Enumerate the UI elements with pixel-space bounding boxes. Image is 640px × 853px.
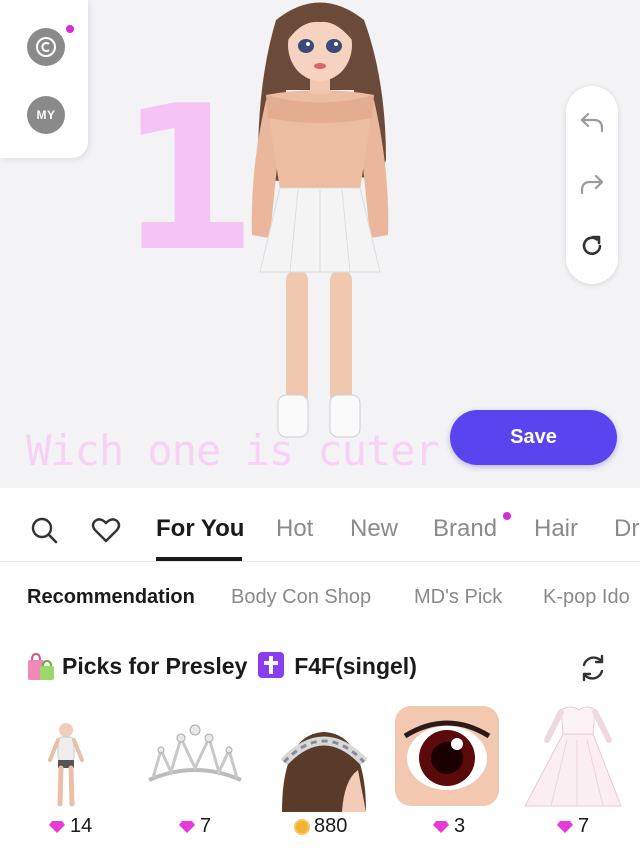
coin-icon [294,818,310,835]
reset-icon[interactable] [578,232,606,260]
refresh-icon[interactable] [577,652,609,684]
redo-icon[interactable] [578,170,606,198]
history-panel [566,86,618,284]
item-price: 3 [432,815,465,838]
section-title-prefix: Picks for Presley [62,653,248,679]
item-price: 7 [178,815,211,838]
my-button[interactable]: MY [27,96,65,134]
subtab-mds-pick[interactable]: MD's Pick [414,586,502,609]
gem-icon [557,820,573,833]
undo-icon[interactable] [578,108,606,136]
copyright-icon [36,37,56,57]
body-mannequin-icon [48,723,84,807]
brand-notification-dot [503,512,511,520]
gem-icon [433,820,449,833]
item-price: 7 [556,815,589,838]
active-tab-indicator [156,557,242,561]
copyright-button[interactable] [27,28,65,66]
price-value: 7 [578,815,590,837]
subtab-kpop-idol[interactable]: K-pop Ido [543,586,630,609]
tab-hair[interactable]: Hair [534,515,578,543]
cross-icon [257,652,284,678]
overlay-caption: Wich one is cuter [26,426,440,475]
search-icon[interactable] [28,514,60,546]
eyes-icon [395,706,499,806]
tab-for-you[interactable]: For You [156,515,244,543]
price-value: 14 [70,815,93,837]
tab-hot[interactable]: Hot [276,515,313,543]
price-value: 7 [200,815,212,837]
tab-brand[interactable]: Brand [433,515,497,543]
avatar-preview-stage: 1. Wich one is cuter MY Save [0,0,640,488]
avatar-figure [251,2,389,438]
gem-icon [49,820,65,833]
section-title-suffix: F4F(singel) [294,653,417,679]
side-panel: MY [0,0,88,158]
section-title: Picks for Presley F4F(singel) [62,652,417,680]
gem-icon [179,820,195,833]
shopping-bags-icon [28,652,54,680]
price-value: 880 [314,815,348,837]
item-price: 14 [48,815,92,838]
wedding-dress-icon [524,706,622,807]
price-value: 3 [454,815,466,837]
notification-dot [66,25,74,33]
tiara-icon [148,724,242,782]
subtab-recommendation[interactable]: Recommendation [27,586,195,609]
heart-icon[interactable] [90,514,122,546]
headband-icon [280,732,368,812]
tab-dress[interactable]: Dr [614,515,639,543]
save-button[interactable]: Save [450,410,617,465]
item-price: 880 [294,815,347,838]
tab-new[interactable]: New [350,515,398,543]
subtab-body-con-shop[interactable]: Body Con Shop [231,586,371,609]
